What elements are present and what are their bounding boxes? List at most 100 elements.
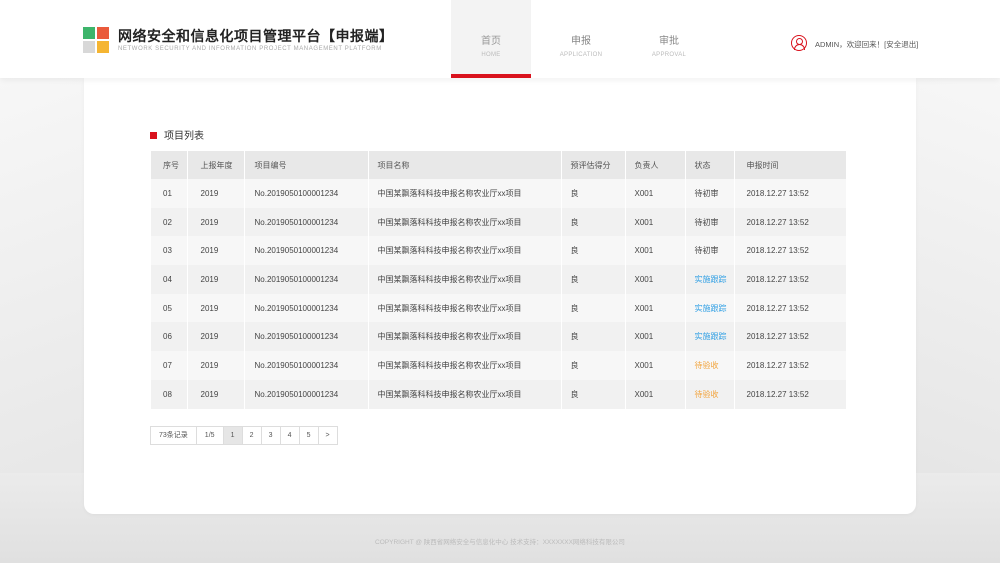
cell-project-no: No.2019050100001234	[244, 322, 369, 352]
user-greeting: ADMIN，欢迎回来！	[815, 40, 885, 49]
cell-time: 2018.12.27 13:52	[734, 265, 847, 294]
logout-link[interactable]: [安全退出]	[884, 40, 918, 49]
cell-status[interactable]: 待初审	[685, 207, 735, 237]
col-header-index: 序号	[151, 151, 188, 179]
nav-home-label: 首页	[481, 36, 501, 47]
cell-time: 2018.12.27 13:52	[734, 293, 847, 323]
platform-logo-icon	[83, 27, 109, 53]
cell-project-name: 中国某飘落科科技申报名称农业厅xx项目	[368, 265, 562, 294]
pagination-total: 73条记录	[150, 426, 197, 445]
cell-owner: X001	[625, 351, 686, 380]
cell-owner: X001	[625, 265, 686, 294]
cell-index: 04	[151, 265, 188, 294]
page-button-1[interactable]: 1	[222, 426, 243, 445]
pagination: 73条记录 1/5 1 2 3 4 5 >	[150, 426, 338, 445]
page-button-4[interactable]: 4	[279, 426, 300, 445]
cell-time: 2018.12.27 13:52	[734, 236, 847, 266]
cell-project-no: No.2019050100001234	[244, 179, 369, 208]
cell-owner: X001	[625, 236, 686, 266]
cell-time: 2018.12.27 13:52	[734, 322, 847, 352]
page-next-button[interactable]: >	[317, 426, 338, 445]
cell-time: 2018.12.27 13:52	[734, 207, 847, 237]
cell-index: 05	[151, 293, 188, 323]
cell-owner: X001	[625, 293, 686, 323]
cell-status[interactable]: 待验收	[685, 379, 735, 409]
cell-owner: X001	[625, 379, 686, 409]
nav-approval-label: 审批	[659, 36, 679, 47]
cell-status[interactable]: 待验收	[685, 351, 735, 380]
cell-project-name: 中国某飘落科科技申报名称农业厅xx项目	[368, 179, 562, 208]
col-header-owner: 负责人	[625, 151, 686, 179]
page-button-3[interactable]: 3	[260, 426, 281, 445]
table-row[interactable]: 07 2019 No.2019050100001234 中国某飘落科科技申报名称农业厅…	[151, 351, 847, 380]
cell-year: 2019	[187, 207, 245, 237]
cell-owner: X001	[625, 322, 686, 352]
page-button-2[interactable]: 2	[241, 426, 262, 445]
nav-home[interactable]: 首页 HOME	[451, 0, 531, 78]
nav-application[interactable]: 申报 APPLICATION	[541, 0, 621, 78]
table-row[interactable]: 02 2019 No.2019050100001234 中国某飘落科科技申报名称农业厅…	[151, 207, 847, 237]
col-header-project-no: 项目编号	[244, 151, 369, 179]
cell-score: 良	[561, 351, 626, 380]
cell-status[interactable]: 实施跟踪	[685, 322, 735, 352]
section-header: 项目列表	[150, 127, 204, 142]
table-row[interactable]: 08 2019 No.2019050100001234 中国某飘落科科技申报名称农业厅…	[151, 379, 847, 409]
cell-project-name: 中国某飘落科科技申报名称农业厅xx项目	[368, 293, 562, 323]
main-card: 项目列表 序号 上报年度 项目编号 项目名称 预评估得分 负责人 状态 申报时间…	[84, 78, 916, 514]
cell-project-no: No.2019050100001234	[244, 207, 369, 237]
cell-year: 2019	[187, 322, 245, 352]
cell-status[interactable]: 待初审	[685, 236, 735, 266]
footer-copyright: COPYRIGHT @ 陕西省网络安全与信息化中心 技术支持：XXXXXXX网络…	[375, 539, 625, 546]
top-header: 网络安全和信息化项目管理平台【申报端】 NETWORK SECURITY AND…	[0, 0, 1000, 78]
cell-status[interactable]: 待初审	[685, 179, 735, 208]
cell-year: 2019	[187, 236, 245, 266]
col-header-year: 上报年度	[187, 151, 245, 179]
section-title: 项目列表	[164, 131, 204, 142]
cell-score: 良	[561, 293, 626, 323]
cell-status[interactable]: 实施跟踪	[685, 293, 735, 323]
nav-approval-sublabel: APPROVAL	[651, 52, 687, 58]
pagination-page-of: 1/5	[195, 426, 224, 445]
cell-project-no: No.2019050100001234	[244, 236, 369, 266]
cell-year: 2019	[187, 379, 245, 409]
cell-index: 01	[151, 179, 188, 208]
user-info: ADMIN，欢迎回来！[安全退出]	[815, 39, 918, 50]
cell-project-no: No.2019050100001234	[244, 379, 369, 409]
cell-time: 2018.12.27 13:52	[734, 351, 847, 380]
cell-score: 良	[561, 379, 626, 409]
table-header-row: 序号 上报年度 项目编号 项目名称 预评估得分 负责人 状态 申报时间	[151, 151, 847, 179]
cell-status[interactable]: 实施跟踪	[685, 265, 735, 294]
nav-approval[interactable]: 审批 APPROVAL	[629, 0, 709, 78]
table-row[interactable]: 03 2019 No.2019050100001234 中国某飘落科科技申报名称农业厅…	[151, 236, 847, 266]
cell-index: 06	[151, 322, 188, 352]
cell-project-no: No.2019050100001234	[244, 265, 369, 294]
cell-index: 08	[151, 379, 188, 409]
cell-year: 2019	[187, 179, 245, 208]
cell-project-name: 中国某飘落科科技申报名称农业厅xx项目	[368, 379, 562, 409]
cell-index: 02	[151, 207, 188, 237]
platform-title: 网络安全和信息化项目管理平台【申报端】	[118, 28, 394, 44]
cell-project-name: 中国某飘落科科技申报名称农业厅xx项目	[368, 322, 562, 352]
platform-subtitle: NETWORK SECURITY AND INFORMATION PROJECT…	[118, 46, 382, 52]
cell-score: 良	[561, 179, 626, 208]
table-row[interactable]: 05 2019 No.2019050100001234 中国某飘落科科技申报名称农业厅…	[151, 293, 847, 323]
cell-score: 良	[561, 265, 626, 294]
nav-application-label: 申报	[571, 36, 591, 47]
cell-score: 良	[561, 236, 626, 266]
cell-project-no: No.2019050100001234	[244, 351, 369, 380]
col-header-project-name: 项目名称	[368, 151, 562, 179]
cell-time: 2018.12.27 13:52	[734, 379, 847, 409]
cell-index: 07	[151, 351, 188, 380]
cell-project-name: 中国某飘落科科技申报名称农业厅xx项目	[368, 236, 562, 266]
page-button-5[interactable]: 5	[298, 426, 319, 445]
cell-index: 03	[151, 236, 188, 266]
nav-home-sublabel: HOME	[481, 52, 501, 58]
table-row[interactable]: 04 2019 No.2019050100001234 中国某飘落科科技申报名称农业厅…	[151, 265, 847, 294]
table-row[interactable]: 06 2019 No.2019050100001234 中国某飘落科科技申报名称农业厅…	[151, 322, 847, 352]
cell-score: 良	[561, 322, 626, 352]
cell-owner: X001	[625, 179, 686, 208]
user-avatar-icon	[791, 35, 807, 51]
table-row[interactable]: 01 2019 No.2019050100001234 中国某飘落科科技申报名称农业厅…	[151, 179, 847, 208]
cell-year: 2019	[187, 293, 245, 323]
project-table: 序号 上报年度 项目编号 项目名称 预评估得分 负责人 状态 申报时间 01 20…	[151, 151, 847, 409]
